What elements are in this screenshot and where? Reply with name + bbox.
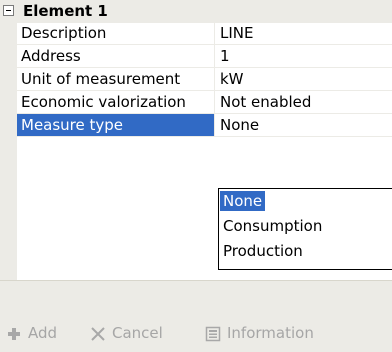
- add-label: Add: [28, 324, 58, 342]
- property-grid-gutter: [0, 0, 17, 280]
- collapse-toggle-icon[interactable]: [3, 5, 14, 16]
- column-divider: [214, 22, 215, 44]
- property-grid: Element 1 Description LINE Address 1 Uni…: [0, 0, 392, 280]
- measure-type-select[interactable]: None: [220, 114, 259, 136]
- property-value[interactable]: LINE: [220, 22, 253, 44]
- category-label: Element 1: [23, 2, 108, 20]
- property-name: Description: [21, 24, 107, 42]
- property-row-unit-of-measurement[interactable]: Unit of measurement kW: [17, 68, 392, 91]
- dropdown-option-consumption[interactable]: Consumption: [220, 216, 325, 236]
- column-divider: [214, 45, 215, 67]
- property-value[interactable]: kW: [220, 68, 244, 90]
- property-row-address[interactable]: Address 1: [17, 45, 392, 68]
- column-divider: [214, 114, 215, 136]
- bottom-toolbar: Add Cancel Information: [0, 280, 392, 352]
- property-value[interactable]: Not enabled: [220, 91, 311, 113]
- column-divider: [214, 91, 215, 113]
- property-row-measure-type[interactable]: Measure type None: [17, 114, 392, 137]
- dropdown-option-production[interactable]: Production: [220, 241, 306, 261]
- plus-icon: [8, 327, 20, 340]
- property-value[interactable]: 1: [220, 45, 230, 67]
- x-icon: [91, 326, 105, 341]
- dropdown-option-none[interactable]: None: [220, 191, 266, 211]
- property-name: Measure type: [17, 114, 214, 136]
- property-name: Address: [21, 47, 81, 65]
- measure-type-dropdown-list: None Consumption Production: [218, 188, 392, 270]
- property-row-economic-valorization[interactable]: Economic valorization Not enabled: [17, 91, 392, 114]
- cancel-button[interactable]: Cancel: [90, 323, 163, 343]
- add-button[interactable]: Add: [6, 323, 57, 343]
- property-name: Unit of measurement: [21, 70, 181, 88]
- information-label: Information: [227, 324, 314, 342]
- property-row-description[interactable]: Description LINE: [17, 22, 392, 45]
- property-name: Economic valorization: [21, 93, 186, 111]
- column-divider: [214, 68, 215, 90]
- cancel-label: Cancel: [112, 324, 163, 342]
- dropdown-button[interactable]: [385, 116, 392, 134]
- information-icon: [205, 326, 221, 341]
- category-row[interactable]: Element 1: [0, 0, 392, 23]
- information-button[interactable]: Information: [205, 323, 314, 343]
